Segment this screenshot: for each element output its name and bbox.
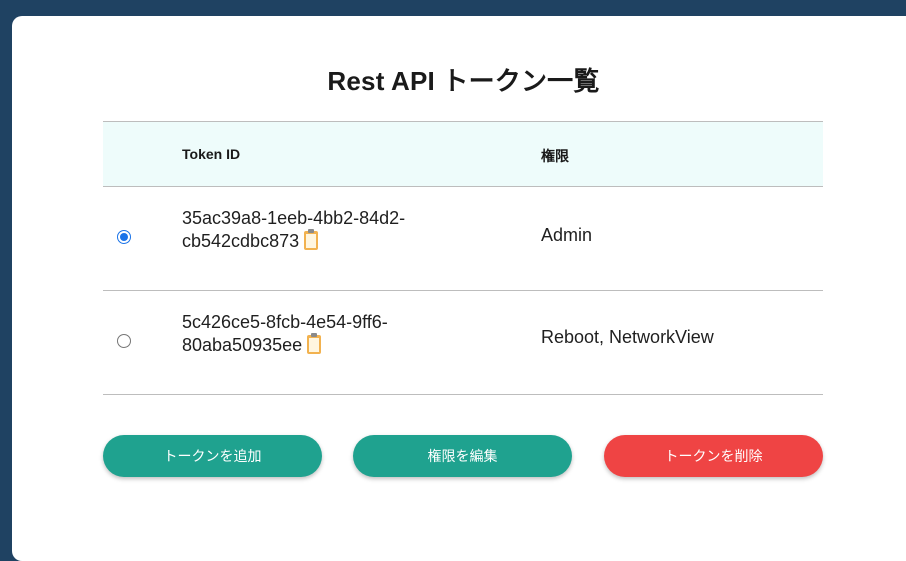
delete-token-button[interactable]: トークンを削除: [604, 435, 823, 477]
clipboard-icon[interactable]: [307, 333, 322, 354]
table-header: Token ID 権限: [103, 121, 823, 187]
table-row[interactable]: 5c426ce5-8fcb-4e54-9ff6- 80aba50935ee Re…: [103, 291, 823, 395]
token-list-panel: Rest API トークン一覧 Token ID 権限 35ac39a8-1ee…: [12, 16, 906, 561]
table-row[interactable]: 35ac39a8-1eeb-4bb2-84d2- cb542cdbc873 Ad…: [103, 187, 823, 291]
permission-cell: Admin: [541, 225, 593, 245]
page-title: Rest API トークン一覧: [327, 66, 600, 96]
token-table: Token ID 権限 35ac39a8-1eeb-4bb2-84d2- cb5…: [103, 121, 823, 395]
token-id-line2: cb542cdbc873: [182, 231, 300, 251]
token-id-line1: 35ac39a8-1eeb-4bb2-84d2-: [182, 208, 406, 228]
clipboard-icon[interactable]: [304, 229, 319, 250]
row-select-radio[interactable]: [117, 334, 131, 348]
row-select-radio[interactable]: [117, 230, 131, 244]
token-id-line2: 80aba50935ee: [182, 335, 303, 355]
column-header-token-id: Token ID: [182, 146, 241, 162]
column-header-permission: 権限: [541, 148, 569, 164]
add-token-button[interactable]: トークンを追加: [103, 435, 322, 477]
edit-permission-button[interactable]: 権限を編集: [353, 435, 572, 477]
permission-cell: Reboot, NetworkView: [541, 327, 714, 347]
token-id-cell: 5c426ce5-8fcb-4e54-9ff6- 80aba50935ee: [182, 311, 482, 357]
token-id-cell: 35ac39a8-1eeb-4bb2-84d2- cb542cdbc873: [182, 207, 482, 253]
token-id-line1: 5c426ce5-8fcb-4e54-9ff6-: [182, 312, 388, 332]
